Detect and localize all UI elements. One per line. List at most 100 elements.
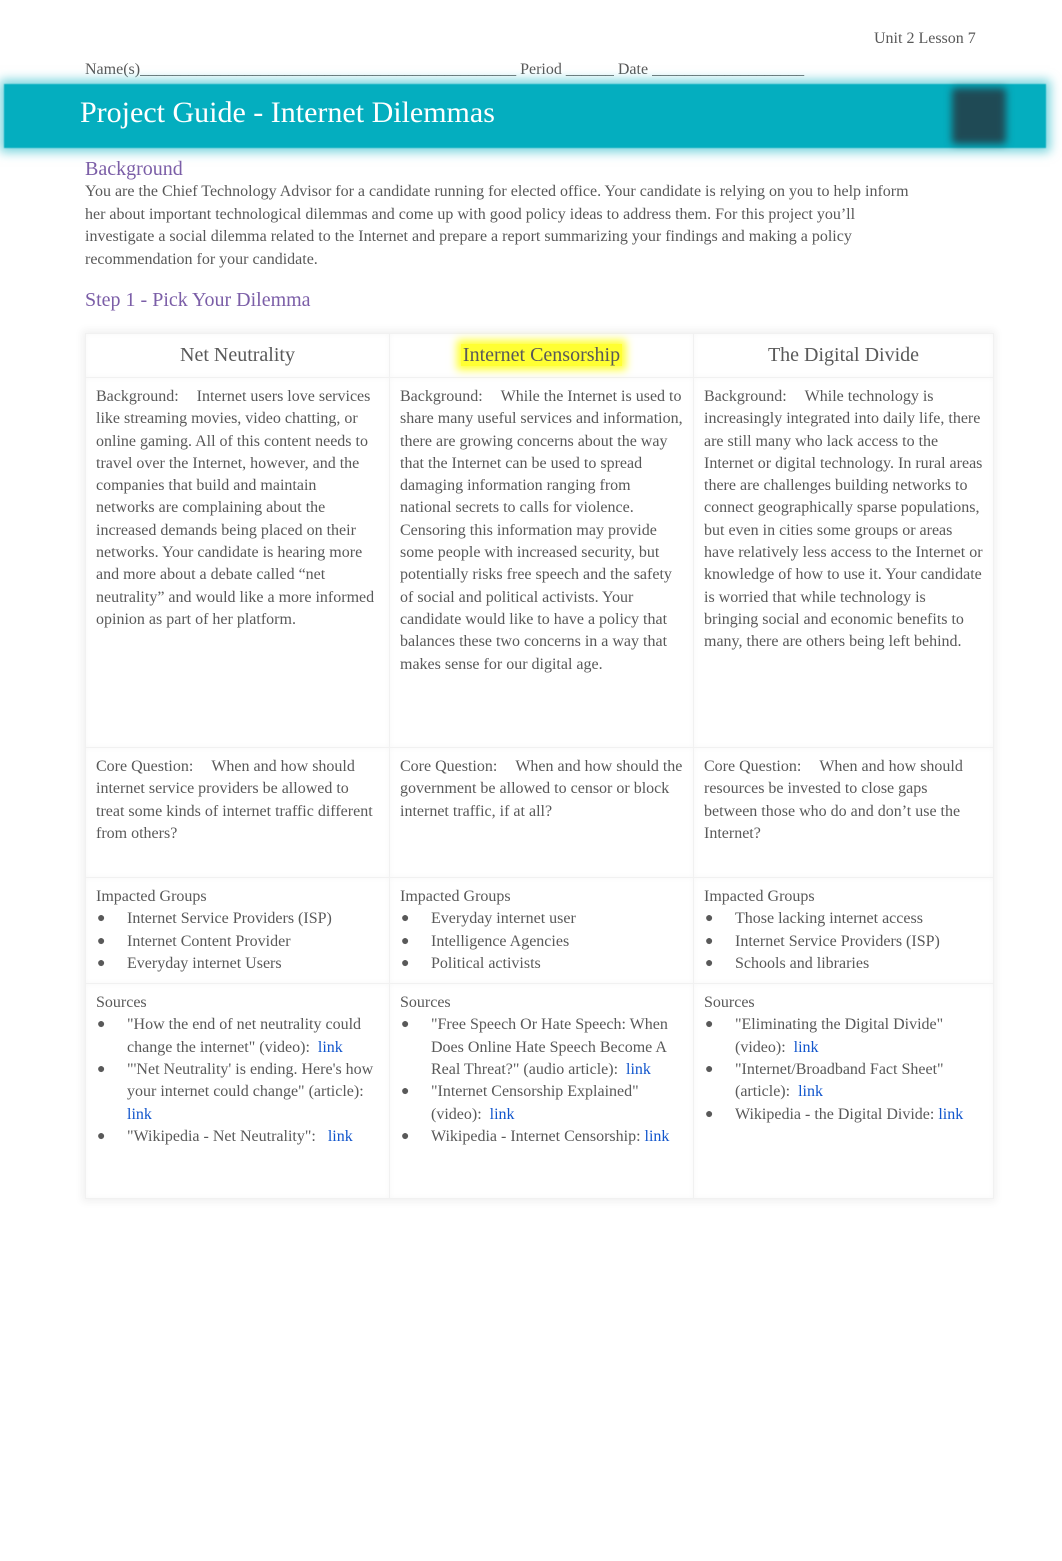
group-text: Intelligence Agencies	[431, 932, 570, 950]
bullet-icon: ●	[401, 933, 410, 949]
bullet-icon: ●	[97, 1017, 106, 1033]
source-link[interactable]: link	[127, 1106, 152, 1123]
impacted-groups-label: Impacted Groups	[704, 888, 815, 905]
list-item: ● Those lacking internet access	[704, 908, 983, 930]
source-text: Wikipedia - Internet Censorship:	[431, 1127, 641, 1145]
source-text: "Internet Censorship Explained" (video):	[431, 1083, 639, 1123]
core-question-cell: Core Question: When and how should intern…	[85, 747, 390, 878]
core-question-row: Core Question: When and how should intern…	[85, 747, 994, 878]
dilemma-title-cell: Net Neutrality	[85, 333, 390, 378]
source-link[interactable]: link	[328, 1128, 353, 1145]
bullet-icon: ●	[401, 1084, 410, 1100]
source-link[interactable]: link	[626, 1061, 651, 1078]
bullet-icon: ●	[705, 1062, 714, 1078]
source-link[interactable]: link	[794, 1039, 819, 1056]
list-item: ● Internet Service Providers (ISP)	[96, 908, 379, 930]
bullet-icon: ●	[401, 911, 410, 927]
background-cell: Background: While technology is increasin…	[693, 377, 994, 748]
background-label: Background:	[704, 388, 787, 405]
step1-heading: Step 1 - Pick Your Dilemma	[85, 289, 311, 311]
source-text: "Wikipedia - Net Neutrality":	[127, 1127, 316, 1145]
background-paragraph: You are the Chief Technology Advisor for…	[85, 183, 909, 268]
page-title: Project Guide - Internet Dilemmas	[80, 96, 495, 129]
group-text: Political activists	[431, 954, 541, 972]
source-text: "'Net Neutrality' is ending. Here's how …	[127, 1061, 374, 1101]
sources-label: Sources	[96, 994, 147, 1012]
impacted-groups-row: Impacted Groups ● Internet Service Provid…	[85, 876, 994, 985]
source-link[interactable]: link	[798, 1083, 823, 1100]
list-item: ● Everyday internet user	[400, 908, 683, 930]
source-text: Wikipedia - the Digital Divide:	[735, 1105, 935, 1123]
list-item: ● "How the end of net neutrality could ch…	[96, 1014, 379, 1059]
list-item: ● "Wikipedia - Net Neutrality": link	[96, 1126, 379, 1148]
list-item: ● "Eliminating the Digital Divide" (video…	[704, 1014, 983, 1059]
source-link[interactable]: link	[938, 1106, 963, 1123]
source-link[interactable]: link	[318, 1039, 343, 1056]
dilemma-table: Net Neutrality Internet Censorship The D…	[85, 333, 994, 1200]
impacted-groups-cell: Impacted Groups ● Those lacking internet …	[693, 876, 994, 985]
dilemma-title-cell: The Digital Divide	[693, 333, 994, 378]
sources-cell: Sources ● "How the end of net neutrality …	[85, 983, 390, 1200]
background-label: Background:	[400, 388, 483, 405]
list-item: ● "Free Speech Or Hate Speech: When Does …	[400, 1014, 683, 1081]
source-link[interactable]: link	[645, 1128, 670, 1145]
bullet-icon: ●	[97, 933, 106, 949]
code-org-logo-icon	[952, 88, 1006, 144]
list-item: ● "Internet/Broadband Fact Sheet" (articl…	[704, 1059, 983, 1104]
list-item: ● "'Net Neutrality' is ending. Here's how…	[96, 1059, 379, 1126]
group-text: Internet Content Provider	[127, 932, 291, 950]
core-question-label: Core Question:	[400, 758, 498, 775]
sources-label: Sources	[400, 994, 451, 1012]
dilemma-title-digital-divide: The Digital Divide	[767, 344, 920, 366]
bullet-icon: ●	[705, 1106, 714, 1122]
group-text: Internet Service Providers (ISP)	[735, 932, 940, 950]
name-period-date-line: Name(s)_________________________________…	[85, 61, 805, 78]
bullet-icon: ●	[97, 911, 106, 927]
source-link[interactable]: link	[490, 1106, 515, 1123]
list-item: ● Everyday internet Users	[96, 953, 379, 975]
background-heading: Background	[85, 158, 183, 180]
list-item: ● Internet Content Provider	[96, 931, 379, 953]
list-item: ● "Internet Censorship Explained" (video)…	[400, 1081, 683, 1126]
list-item: ● Schools and libraries	[704, 953, 983, 975]
impacted-groups-label: Impacted Groups	[96, 888, 207, 905]
list-item: ● Wikipedia - the Digital Divide: link	[704, 1104, 983, 1126]
list-item: ● Political activists	[400, 953, 683, 975]
list-item: ● Intelligence Agencies	[400, 931, 683, 953]
bullet-icon: ●	[97, 1128, 106, 1144]
background-text: While technology is increasingly integra…	[704, 388, 983, 651]
dilemma-title-internet-censorship: Internet Censorship	[460, 344, 623, 366]
dilemma-title-row: Net Neutrality Internet Censorship The D…	[85, 333, 994, 378]
background-cell: Background: While the Internet is used to…	[389, 377, 694, 748]
bullet-icon: ●	[401, 955, 410, 971]
bullet-icon: ●	[705, 911, 714, 927]
group-text: Internet Service Providers (ISP)	[127, 910, 332, 928]
core-question-cell: Core Question: When and how should the go…	[389, 747, 694, 878]
group-text: Schools and libraries	[735, 954, 870, 972]
bullet-icon: ●	[401, 1128, 410, 1144]
source-text: "Internet/Broadband Fact Sheet" (article…	[735, 1061, 944, 1101]
group-text: Those lacking internet access	[735, 910, 923, 928]
background-cell: Background: Internet users love services …	[85, 377, 390, 748]
bullet-icon: ●	[705, 1017, 714, 1033]
bullet-icon: ●	[705, 933, 714, 949]
background-text: Internet users love services like stream…	[96, 388, 375, 628]
impacted-groups-cell: Impacted Groups ● Internet Service Provid…	[85, 876, 390, 985]
background-row: Background: Internet users love services …	[85, 377, 994, 748]
bullet-icon: ●	[401, 1017, 410, 1033]
impacted-groups-cell: Impacted Groups ● Everyday internet user …	[389, 876, 694, 985]
sources-row: Sources ● "How the end of net neutrality …	[85, 983, 994, 1200]
sources-cell: Sources ● "Eliminating the Digital Divide…	[693, 983, 994, 1200]
bullet-icon: ●	[705, 955, 714, 971]
source-text: "Eliminating the Digital Divide" (video)…	[735, 1016, 944, 1056]
impacted-groups-label: Impacted Groups	[400, 888, 511, 905]
core-question-label: Core Question:	[704, 758, 802, 775]
sources-cell: Sources ● "Free Speech Or Hate Speech: Wh…	[389, 983, 694, 1200]
background-text: While the Internet is used to share many…	[400, 388, 683, 673]
list-item: ● Wikipedia - Internet Censorship: link	[400, 1126, 683, 1148]
dilemma-title-cell: Internet Censorship	[389, 333, 694, 378]
bullet-icon: ●	[97, 1062, 106, 1078]
unit-lesson-label: Unit 2 Lesson 7	[874, 30, 976, 47]
dilemma-title-net-neutrality: Net Neutrality	[180, 344, 295, 366]
sources-label: Sources	[704, 994, 755, 1012]
